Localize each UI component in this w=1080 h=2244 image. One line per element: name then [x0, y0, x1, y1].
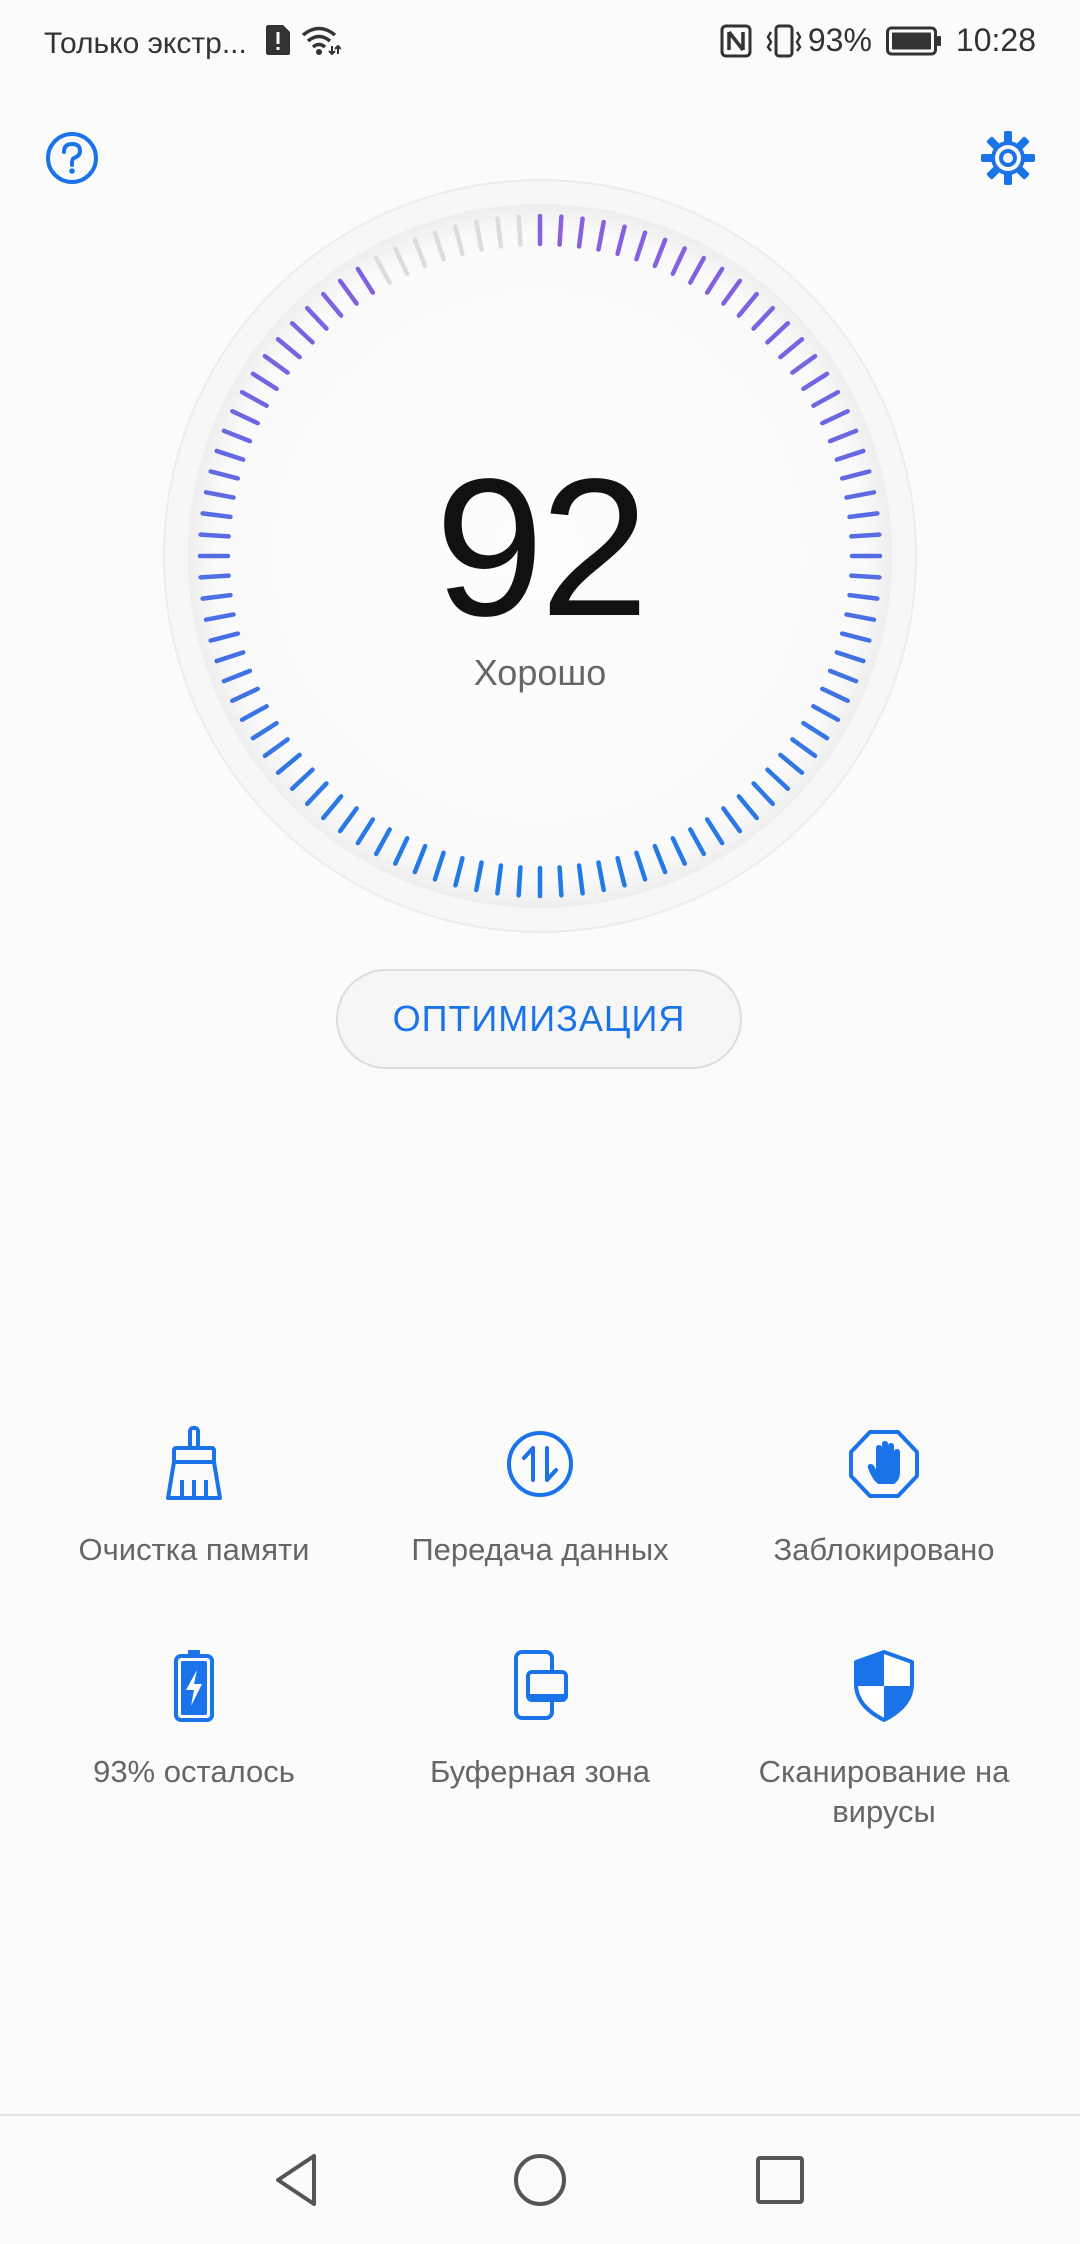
recents-button[interactable] [748, 2148, 812, 2212]
phone-manager-screen: Только экстр... 93% 10:28 92 Хорошо ОПТИ… [0, 0, 1080, 2244]
status-right: 93% 10:28 [720, 22, 1036, 59]
recents-icon [756, 2156, 804, 2204]
dual-screen-icon [500, 1646, 580, 1726]
status-bar: Только экстр... 93% 10:28 [0, 0, 1080, 86]
carrier-text: Только экстр... [44, 27, 247, 60]
tool-label: Заблокировано [773, 1532, 995, 1567]
shield-icon [844, 1646, 924, 1726]
gauge-tick [516, 865, 523, 898]
gauge-tick [557, 214, 564, 247]
tool-label: 93% осталось [93, 1754, 295, 1789]
battery-percent: 93% [807, 22, 872, 58]
settings-button[interactable] [978, 128, 1038, 188]
gauge-tick [557, 865, 564, 898]
data-transfer-icon [500, 1424, 580, 1504]
nfc-icon [720, 24, 752, 58]
tool-label: Передача данных [411, 1532, 669, 1567]
help-button[interactable] [44, 130, 100, 186]
tool-buffer-zone[interactable]: Буферная зона [370, 1646, 710, 1792]
back-button[interactable] [266, 2148, 330, 2212]
home-button[interactable] [508, 2148, 572, 2212]
tool-label: Сканирование на вирусы [758, 1754, 1010, 1829]
tool-virus-scan[interactable]: Сканирование на вирусы [714, 1646, 1054, 1832]
sim-alert-icon [265, 24, 291, 64]
battery-icon [885, 26, 942, 56]
wifi-icon [301, 24, 342, 64]
home-icon [514, 2154, 566, 2206]
blocked-hand-icon [844, 1424, 924, 1504]
back-icon [276, 2154, 316, 2206]
tool-data-transfer[interactable]: Передача данных [370, 1424, 710, 1570]
optimize-button[interactable]: ОПТИМИЗАЦИЯ [336, 969, 742, 1069]
broom-icon [154, 1424, 234, 1504]
status-left: Только экстр... [44, 24, 342, 64]
vibrate-icon [766, 24, 802, 58]
tool-label: Очистка памяти [78, 1532, 310, 1567]
navigation-bar [0, 2116, 1080, 2244]
score-label: Хорошо [473, 652, 607, 693]
tool-label: Буферная зона [429, 1754, 651, 1789]
gear-icon [981, 131, 1035, 185]
tool-blocked[interactable]: Заблокировано [714, 1424, 1054, 1570]
clock: 10:28 [955, 22, 1036, 58]
score-value: 92 [434, 438, 649, 657]
help-circle-icon [46, 132, 98, 184]
gauge-tick [516, 214, 523, 247]
battery-charging-icon [154, 1646, 234, 1726]
tool-battery[interactable]: 93% осталось [24, 1646, 364, 1792]
tool-memory-cleanup[interactable]: Очистка памяти [24, 1424, 364, 1570]
